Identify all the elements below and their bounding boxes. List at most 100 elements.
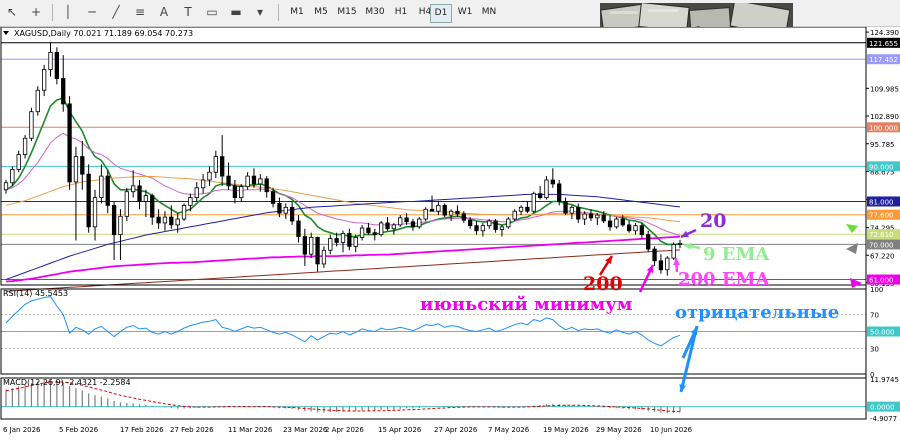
trendline-icon[interactable]: ╱ [106, 3, 126, 22]
candle-body [156, 216, 161, 224]
candle-body [671, 244, 676, 259]
candle-body [54, 51, 60, 79]
timeframe-m15[interactable]: M15 [334, 4, 360, 21]
candle-body [150, 195, 155, 218]
candle [417, 217, 422, 229]
candle-body [220, 156, 225, 177]
vertical-line-icon[interactable]: │ [58, 3, 78, 22]
xagusd-daily-chart[interactable]: 1007050.000300 11.97450.0000-4.9077 124.… [0, 27, 900, 442]
arrows-icon[interactable]: ▾ [250, 3, 270, 22]
candle-body [105, 175, 110, 206]
candle-body [67, 103, 72, 183]
candle-body [181, 204, 187, 220]
horizontal-line-icon[interactable]: ─ [82, 3, 102, 22]
candle-body [557, 183, 562, 202]
timeframe-m30[interactable]: M30 [362, 4, 388, 21]
candle-body [461, 213, 466, 221]
candle-body [245, 175, 250, 188]
x-axis-label: 19 May 2026 [543, 426, 589, 434]
candle-body [404, 217, 409, 223]
timeframe-m1[interactable]: M1 [286, 4, 308, 21]
timeframe-w1[interactable]: W1 [454, 4, 476, 21]
macd-tick-label: 11.9745 [870, 376, 899, 384]
price-tick-label: 67.220 [870, 252, 895, 260]
candle-body [448, 210, 454, 216]
candle-body [86, 173, 91, 228]
candle-body [563, 201, 568, 214]
candle [29, 107, 34, 141]
candle [86, 164, 91, 233]
candle-body [480, 225, 486, 232]
candle [379, 220, 384, 237]
x-axis-label: 10 Jun 2026 [650, 426, 693, 434]
candle-body [537, 193, 543, 198]
timeframe-m5[interactable]: M5 [310, 4, 332, 21]
candle [22, 135, 28, 159]
candle [442, 203, 447, 218]
candle-body [391, 224, 397, 230]
candle-body [42, 69, 47, 91]
timeframe-mn[interactable]: MN [478, 4, 500, 21]
candle-body [315, 236, 320, 265]
shapes-icon[interactable]: ▭ [202, 3, 222, 22]
timeframe-d1[interactable]: D1 [430, 4, 452, 23]
candle-body [131, 185, 136, 193]
candle [531, 191, 536, 214]
candle-body [550, 179, 555, 185]
candle-body [283, 206, 288, 214]
candle-body [588, 213, 594, 219]
price-marker-label: 90.000 [869, 163, 894, 171]
crosshair-icon[interactable]: + [26, 3, 46, 22]
candle-body [258, 178, 263, 185]
x-axis-label: 27 Apr 2026 [434, 426, 478, 434]
candle [614, 217, 619, 229]
candle-body [359, 227, 365, 238]
candle-body [80, 156, 85, 175]
price-marker-label: 61.000 [869, 277, 894, 285]
candle-body [487, 220, 492, 227]
macd-header: MACD(12,26,9) -2.4321 -2.2584 [3, 378, 131, 387]
x-axis-label: 6 Jan 2026 [3, 426, 41, 434]
candle-body [277, 203, 282, 214]
candle [557, 180, 562, 206]
candle-body [366, 227, 371, 234]
candle-body [73, 156, 79, 183]
annotation-200ema-label: 200 EMA [678, 269, 770, 290]
x-axis-label: 2 Apr 2026 [325, 426, 364, 434]
price-marker-label: 72.610 [869, 231, 894, 239]
candle [671, 242, 676, 261]
text-icon[interactable]: A [154, 3, 174, 22]
candle-body [118, 215, 123, 236]
annotation-200-label: 200 [583, 273, 623, 295]
candle-body [512, 210, 517, 220]
rectangle-icon[interactable]: ▬ [226, 3, 246, 22]
candle-body [309, 236, 314, 255]
candle [54, 47, 60, 85]
candle-body [169, 216, 174, 226]
candle [10, 166, 15, 186]
candle-body [518, 206, 524, 212]
candle-body [423, 208, 428, 220]
candle-body [264, 178, 269, 193]
candle-body [3, 182, 9, 191]
candle-body [353, 236, 358, 247]
timeframe-h1[interactable]: H1 [390, 4, 412, 21]
candle-body [35, 89, 40, 113]
cursor-icon[interactable]: ↖ [2, 3, 22, 22]
candle-body [607, 220, 613, 228]
candle-body [334, 238, 339, 243]
x-axis-label: 27 Feb 2026 [170, 426, 214, 434]
x-axis-label: 11 Mar 2026 [228, 426, 273, 434]
label-icon[interactable]: T [178, 3, 198, 22]
candle-body [410, 221, 416, 228]
price-tick-label: 124.390 [870, 29, 899, 37]
candle-body [372, 232, 377, 236]
candle-body [417, 218, 422, 228]
fibonacci-icon[interactable]: ≡ [130, 3, 150, 22]
candle-body [677, 242, 683, 245]
candle-body [595, 214, 600, 219]
x-axis-label: 17 Feb 2026 [120, 426, 164, 434]
candle-body [385, 222, 390, 230]
rsi-tick-label: 30 [870, 346, 879, 354]
candle-body [646, 234, 651, 250]
